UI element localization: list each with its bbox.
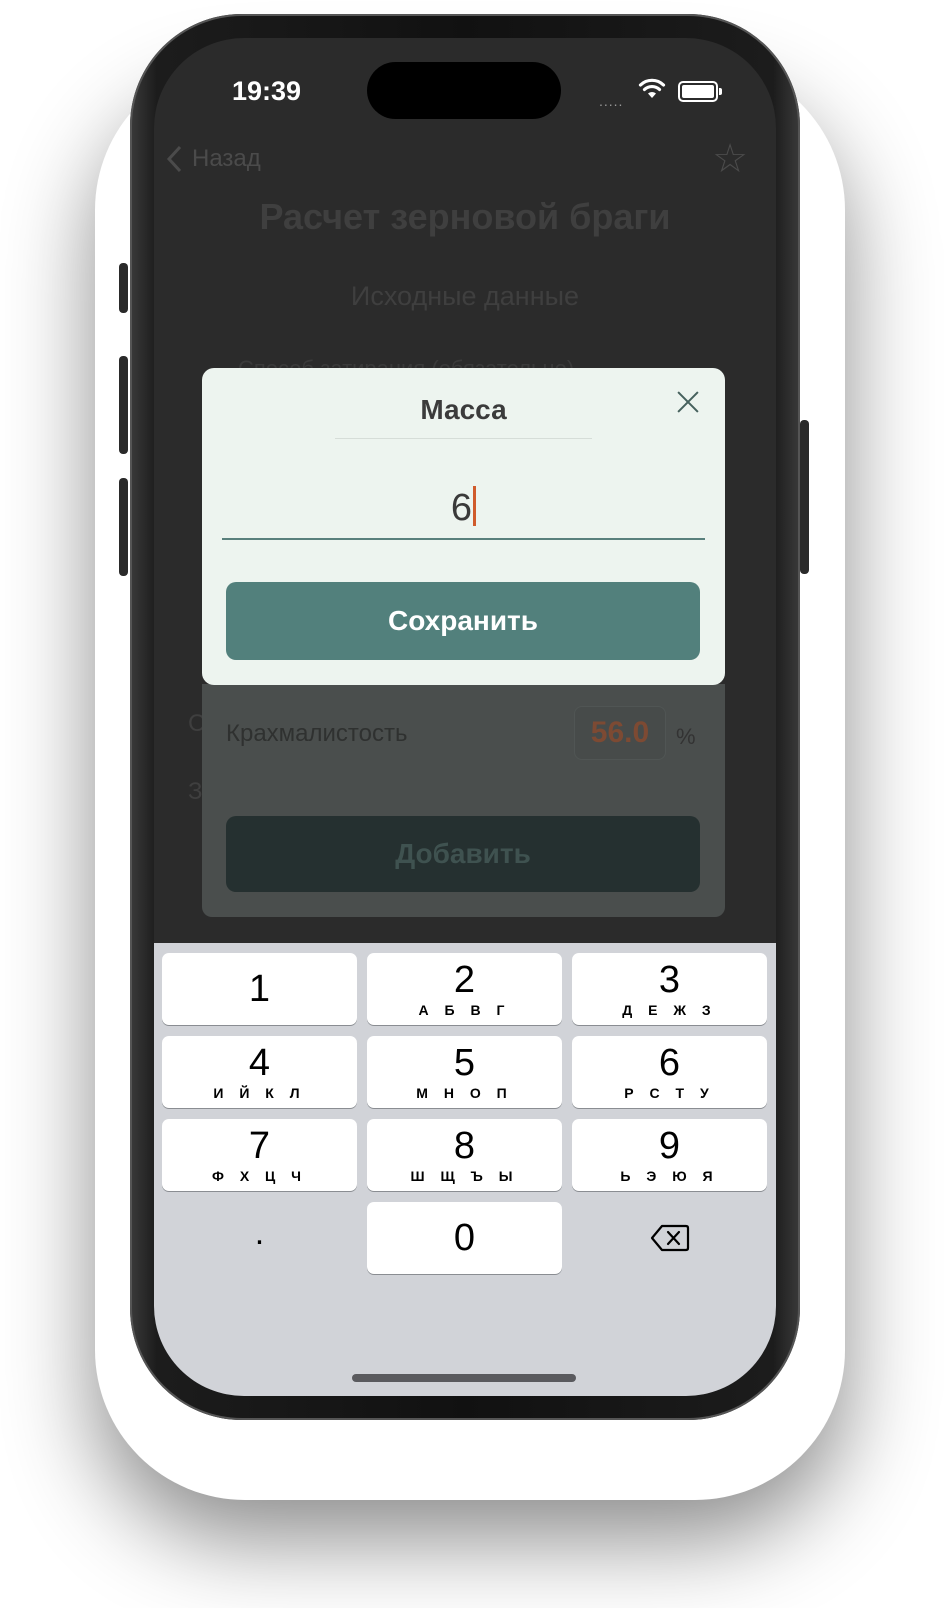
key-dot-label: . [254, 1214, 265, 1252]
key-letters: Р С Т У [624, 1085, 715, 1101]
key-letters: А Б В Г [418, 1002, 511, 1018]
key-number: 7 [248, 1125, 271, 1167]
dynamic-island [367, 62, 561, 119]
battery-icon [678, 81, 722, 102]
key-number: 4 [248, 1042, 271, 1084]
partial-row-label: З [188, 778, 203, 805]
screen: Назад ☆ Расчет зерновой браги Исходные д… [154, 38, 776, 1396]
delete-key[interactable] [572, 1202, 767, 1274]
mass-dialog: Масса 6 Сохранить [202, 368, 725, 685]
back-label: Назад [192, 145, 261, 172]
back-button[interactable]: Назад [164, 144, 261, 174]
key-letters: И Й К Л [213, 1085, 306, 1101]
divider [335, 438, 592, 439]
key-0[interactable]: 0 [367, 1202, 562, 1274]
key-4[interactable]: 4 И Й К Л [162, 1036, 357, 1108]
key-3[interactable]: 3 Д Е Ж З [572, 953, 767, 1025]
key-number: 2 [453, 959, 476, 1001]
backspace-icon [650, 1224, 689, 1252]
key-7[interactable]: 7 Ф Х Ц Ч [162, 1119, 357, 1191]
mass-input[interactable]: 6 [222, 476, 705, 540]
key-8[interactable]: 8 Ш Щ Ъ Ы [367, 1119, 562, 1191]
add-button[interactable]: Добавить [226, 816, 700, 892]
status-time: 19:39 [232, 76, 302, 106]
key-letters: Ш Щ Ъ Ы [410, 1168, 519, 1184]
text-caret [473, 486, 477, 526]
save-button[interactable]: Сохранить [226, 582, 700, 660]
power-button [800, 420, 809, 574]
volume-down-button [119, 478, 128, 576]
key-letters: Д Е Ж З [622, 1002, 717, 1018]
dialog-title: Масса [420, 394, 507, 425]
favorite-star-icon[interactable]: ☆ [712, 136, 748, 182]
key-1[interactable]: 1 [162, 953, 357, 1025]
key-number: 5 [453, 1042, 476, 1084]
key-letters: Ь Э Ю Я [620, 1168, 719, 1184]
page-title: Расчет зерновой браги [259, 196, 671, 237]
key-decimal-point[interactable]: . [162, 1202, 357, 1274]
key-5[interactable]: 5 М Н О П [367, 1036, 562, 1108]
starch-value-field[interactable]: 56.0 [574, 706, 666, 760]
key-number: 6 [658, 1042, 681, 1084]
mass-input-value: 6 [450, 487, 473, 529]
key-number: 1 [248, 968, 271, 1010]
key-letters: Ф Х Ц Ч [211, 1168, 308, 1184]
key-2[interactable]: 2 А Б В Г [367, 953, 562, 1025]
ingredient-sheet: Крахмалистость 56.0 % Добавить [202, 684, 725, 917]
section-subtitle: Исходные данные [350, 281, 580, 311]
key-number: 0 [453, 1217, 476, 1259]
numeric-keyboard: 1 2 А Б В Г 3 Д Е Ж З 4 И Й К Л 5 М Н О … [154, 943, 776, 1396]
key-9[interactable]: 9 Ь Э Ю Я [572, 1119, 767, 1191]
action-button [119, 263, 128, 313]
key-number: 9 [658, 1125, 681, 1167]
home-indicator [352, 1374, 576, 1382]
starch-label: Крахмалистость [226, 720, 408, 747]
chevron-left-icon [166, 145, 182, 173]
volume-up-button [119, 356, 128, 454]
key-number: 8 [453, 1125, 476, 1167]
key-6[interactable]: 6 Р С Т У [572, 1036, 767, 1108]
cellular-signal-icon: ..... [599, 93, 624, 109]
wifi-icon [638, 78, 666, 98]
key-number: 3 [658, 959, 681, 1001]
close-icon[interactable] [673, 386, 703, 416]
starch-unit: % [676, 724, 696, 749]
key-letters: М Н О П [416, 1085, 513, 1101]
